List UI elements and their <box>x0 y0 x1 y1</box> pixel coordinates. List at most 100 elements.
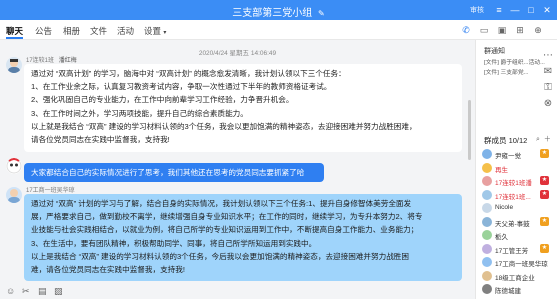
message-line: 展，严格要求自己，做到勤校不离学，继续增强自身专业知识水平；在工作的同时，继续学… <box>31 212 423 222</box>
tab-files[interactable]: 文件 <box>90 25 107 37</box>
member-row[interactable]: 17连较1班... ★ <box>482 189 554 201</box>
file-name: 三支部党... <box>500 70 529 76</box>
member-name: 栀久 <box>495 234 508 241</box>
message-line: 3、在生活中，要有团队精神，积极帮助同学、同事，将自己所学所知运用到实践中。 <box>31 238 317 248</box>
add-icon[interactable]: ＋ <box>544 136 551 143</box>
tab-bar: 聊天 公告 相册 文件 活动 设置 ▾ ✆ ▭ ▣ ⊞ ⊕ <box>0 20 557 40</box>
tab-album[interactable]: 相册 <box>63 25 80 37</box>
member-avatar <box>482 216 492 227</box>
member-name: 17工商一班吴华琼 <box>495 261 548 268</box>
avatar[interactable] <box>6 187 22 203</box>
member-name: 17连较1班潘 <box>495 180 532 187</box>
member-avatar <box>482 270 492 281</box>
member-name: 尹雍一觉 <box>495 153 521 160</box>
member-name: 17连较1班... <box>495 193 531 201</box>
member-row[interactable]: 17工商一班吴华琼 <box>482 256 554 268</box>
maximize-icon[interactable]: □ <box>524 3 538 17</box>
minimize-icon[interactable]: — <box>508 3 522 17</box>
member-avatar <box>482 176 492 186</box>
member-role-icon: ★ <box>540 149 549 158</box>
member-role-icon: ★ <box>540 243 549 253</box>
member-avatar <box>482 284 492 294</box>
close-icon[interactable]: ✕ <box>540 3 554 17</box>
member-name: 17工管王芳 <box>495 247 529 255</box>
group-name: 三支部第三党小组 <box>232 8 313 19</box>
add-member-icon[interactable]: ⊕ <box>532 24 544 36</box>
image-icon[interactable]: ▨ <box>54 286 63 297</box>
member-avatar <box>482 149 492 159</box>
message-line: 以上是我结合 “双高” 建设的学习材料认领的3个任务，今后我以会更加饱满的精神姿… <box>31 251 409 261</box>
member-row[interactable]: 17工管王芳 ★ <box>482 243 554 255</box>
edit-pencil-icon[interactable]: ✎ <box>318 9 325 18</box>
member-row[interactable]: 陈德城建 <box>482 283 554 295</box>
message-line: 通过对 “双高” 计划的学习与了解，结合自身的实际情况，我计划认领以下三个任务:… <box>31 199 412 208</box>
member-name: 陈德城建 <box>495 288 521 295</box>
apps-icon[interactable]: ⊞ <box>514 24 526 36</box>
member-avatar <box>482 257 492 267</box>
member-avatar <box>482 230 492 240</box>
notice-file[interactable]: [文件] 爵于组织...活动... <box>484 57 552 66</box>
avatar[interactable] <box>6 57 22 73</box>
group-notice-title[interactable]: 群通知 <box>484 46 505 56</box>
member-row[interactable]: Nicole <box>482 202 554 214</box>
title-bar: 三支部第三党小组 ✎ 审核 ≡ — □ ✕ <box>0 0 557 20</box>
notice-file[interactable]: [文件] 三支部党... <box>484 67 552 76</box>
file-tag: [文件] <box>484 70 499 76</box>
tab-announcement[interactable]: 公告 <box>35 25 52 37</box>
member-row[interactable]: 17连较1班潘 ★ <box>482 175 554 187</box>
member-avatar <box>482 162 492 173</box>
member-row[interactable]: 尹雍一觉 ★ <box>482 148 554 160</box>
scrollbar[interactable] <box>468 100 471 160</box>
screen-share-icon[interactable]: ▣ <box>496 24 508 36</box>
avatar-image <box>8 189 20 203</box>
message-bubble[interactable]: 通过对 “双高” 计划的学习与了解，结合自身的实际情况，我计划认领以下三个任务:… <box>24 194 462 281</box>
message-line: 大家都结合自己的实际情况进行了思考，我们其他还在思考的党员同志要抓紧了哈 <box>31 168 305 177</box>
user-label[interactable]: 审核 <box>470 5 484 15</box>
tab-chat[interactable]: 聊天 <box>6 25 24 39</box>
message-line: 1、在工作业余之际，认真复习教资考试内容，争取一次性通过下半年的教师资格证考试。 <box>31 82 332 92</box>
message-bubble[interactable]: 通过对 “双高计划” 的学习，脑海中对 “双高计划” 的概念愈发清晰，我计划认领… <box>24 64 462 152</box>
member-row[interactable]: 栀久 <box>482 229 554 241</box>
member-name: Nicole <box>495 204 514 211</box>
emoji-icon[interactable]: ☺ <box>6 286 15 296</box>
file-tag: [文件] <box>484 60 499 66</box>
scissors-icon[interactable]: ✂ <box>22 286 30 297</box>
chat-area[interactable]: 2020/4/24 星期五 14:06:49 17连较1班 潘红梅 通过对 “双… <box>0 40 475 299</box>
menu-icon[interactable]: ≡ <box>492 3 506 17</box>
search-icon[interactable]: ⌕ <box>536 136 540 143</box>
tab-activity[interactable]: 活动 <box>117 25 134 37</box>
members-title: 群成员 10/12 <box>484 136 528 145</box>
member-row[interactable]: 再生 <box>482 162 554 174</box>
phone-icon[interactable]: ✆ <box>460 24 472 36</box>
folder-icon[interactable]: ▤ <box>38 286 47 297</box>
member-role-icon: ★ <box>540 176 549 185</box>
members-tools: ⌕ ＋ <box>536 134 551 144</box>
file-name: 爵于组织...活动... <box>500 60 545 66</box>
message-line: 通过对 “双高计划” 的学习，脑海中对 “双高计划” 的概念愈发清晰，我计划认领… <box>31 69 346 78</box>
avatar-image <box>8 59 20 73</box>
message-line: 业技能与社会实践相结合，以就业为例，将自己所学的专业知识运用到工作中，不断提高自… <box>31 225 419 235</box>
member-name: 天父弟-事鼓 <box>495 220 530 228</box>
message-line: 请各位党员同志在实践中监督我，支持我! <box>31 135 170 145</box>
message-line: 2、强化巩固自己的专业能力，在工作中向前辈学习工作经验，力争晋升机会。 <box>31 95 294 105</box>
avatar-image <box>6 158 22 174</box>
message-bubble[interactable]: 大家都结合自己的实际情况进行了思考，我们其他还在思考的党员同志要抓紧了哈 <box>24 163 324 182</box>
member-role-icon: ★ <box>540 216 549 226</box>
member-name: 再生 <box>495 166 508 174</box>
lock-icon[interactable]: ⚿ <box>542 82 554 94</box>
member-avatar <box>482 203 492 213</box>
member-row[interactable]: 天父弟-事鼓 ★ <box>482 216 554 228</box>
member-row[interactable]: 18级工商企业 <box>482 270 554 282</box>
tab-settings[interactable]: 设置 ▾ <box>144 25 166 37</box>
clip-icon[interactable]: ⊗ <box>542 98 554 110</box>
member-avatar <box>482 243 492 254</box>
sender-name[interactable]: 17连较1班 潘红梅 <box>26 55 77 64</box>
sender-name[interactable]: 17工商一班吴华琼 <box>26 185 75 194</box>
tab-settings-label: 设置 <box>144 26 162 36</box>
member-name: 18级工商企业 <box>495 274 535 282</box>
member-role-icon: ★ <box>540 189 549 199</box>
chevron-down-icon: ▾ <box>163 30 167 36</box>
avatar[interactable] <box>6 158 22 174</box>
video-icon[interactable]: ▭ <box>478 24 490 36</box>
member-avatar <box>482 189 492 200</box>
